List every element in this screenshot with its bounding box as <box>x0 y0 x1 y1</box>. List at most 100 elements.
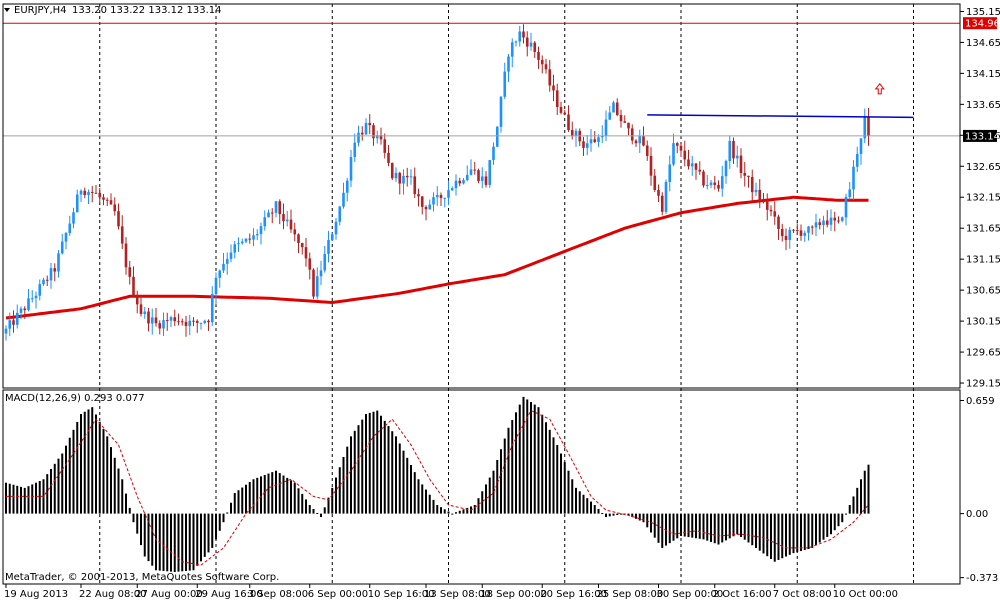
macd-bar <box>406 457 409 514</box>
candle-body <box>417 194 420 197</box>
macd-bar <box>721 513 724 543</box>
macd-bar <box>826 513 829 537</box>
candle-body <box>405 175 409 178</box>
candle-body <box>150 317 154 324</box>
macd-bar <box>653 513 656 538</box>
macd-bar <box>398 443 401 514</box>
candle-body <box>12 320 15 325</box>
candle-body <box>510 42 514 57</box>
macd-bar <box>357 425 360 514</box>
macd-bar <box>661 513 664 548</box>
candle-body <box>364 122 368 135</box>
candle-body <box>394 172 398 179</box>
candle-body <box>297 234 300 244</box>
macd-bar <box>20 486 22 514</box>
time-tick-label: 3 Sep 08:00 <box>248 589 308 600</box>
candle-body <box>75 194 79 213</box>
candle-body <box>818 222 822 226</box>
candle-body <box>552 85 555 91</box>
macd-bar <box>132 513 135 523</box>
candle-body <box>60 241 64 254</box>
macd-bar <box>376 410 379 514</box>
macd-bar <box>605 513 607 518</box>
macd-tick-label: 0.00 <box>966 509 988 520</box>
candle-body <box>627 122 630 129</box>
macd-bar <box>402 450 405 514</box>
candle-body <box>548 69 552 86</box>
macd-bar <box>297 488 300 514</box>
macd-bar <box>443 509 446 514</box>
time-tick-label: 10 Oct 00:00 <box>833 589 898 600</box>
candle-body <box>72 212 75 224</box>
candle-body <box>754 189 758 193</box>
candle-body <box>53 268 57 272</box>
candle-body <box>278 201 282 215</box>
macd-bar <box>691 513 694 538</box>
macd-bar <box>282 475 285 514</box>
macd-bar <box>732 513 735 537</box>
macd-bar <box>316 513 319 515</box>
macd-bar <box>143 513 146 557</box>
candle-body <box>702 171 705 186</box>
macd-bar <box>758 513 761 551</box>
macd-bar <box>770 513 772 559</box>
candle-body <box>698 169 702 172</box>
macd-bar <box>830 513 832 535</box>
macd-bar <box>293 482 296 514</box>
candle-body <box>132 276 135 296</box>
candle-body <box>432 197 435 205</box>
candle-body <box>233 244 237 253</box>
symbol-label[interactable]: EURJPY,H4 <box>14 5 67 16</box>
candle-body <box>117 211 120 227</box>
candle-body <box>705 184 709 186</box>
price-tick-label: 130.65 <box>966 286 1000 297</box>
candle-body <box>285 219 289 222</box>
macd-bar <box>860 479 862 514</box>
macd-bar <box>710 513 712 542</box>
candle-body <box>503 71 507 97</box>
macd-bar <box>245 484 247 514</box>
candle-body <box>158 323 162 329</box>
macd-bar <box>76 421 79 514</box>
candle-body <box>795 230 799 232</box>
macd-bar <box>680 513 682 536</box>
macd-bar <box>766 513 769 557</box>
candle-body <box>484 176 488 185</box>
candle-body <box>758 189 762 202</box>
candle-body <box>255 234 259 236</box>
macd-bar <box>481 491 484 514</box>
macd-bar <box>323 507 326 514</box>
candle-body <box>454 180 458 189</box>
chart-svg[interactable]: 135.15134.65134.15133.65133.15132.65132.… <box>0 0 1000 600</box>
macd-bar <box>537 407 540 514</box>
candle-body <box>57 253 60 272</box>
candle-body <box>162 320 165 329</box>
candle-body <box>300 243 304 248</box>
candle-body <box>38 284 42 296</box>
price-tick-label: 135.15 <box>966 7 1000 18</box>
macd-bar <box>781 513 784 559</box>
candle-body <box>353 142 357 157</box>
macd-bar <box>552 437 555 514</box>
candle-body <box>642 136 645 146</box>
macd-bar <box>338 467 341 514</box>
candle-body <box>270 212 274 214</box>
candle-body <box>773 211 777 217</box>
macd-bar <box>571 479 574 514</box>
macd-bar <box>233 493 236 514</box>
macd-bar <box>301 493 304 514</box>
macd-bar <box>8 483 11 514</box>
candle-body <box>769 209 773 212</box>
candle-body <box>867 117 870 136</box>
macd-bar <box>410 464 412 514</box>
candle-body <box>844 197 848 218</box>
macd-bar <box>83 411 86 514</box>
candle-body <box>447 190 450 198</box>
price-tick-label: 132.15 <box>966 193 1000 204</box>
macd-bar <box>567 470 570 514</box>
candle-body <box>113 204 117 212</box>
macd-bar <box>702 513 705 540</box>
macd-bar <box>522 396 525 514</box>
trading-chart[interactable]: 135.15134.65134.15133.65133.15132.65132.… <box>0 0 1000 600</box>
candle-body <box>593 139 597 142</box>
